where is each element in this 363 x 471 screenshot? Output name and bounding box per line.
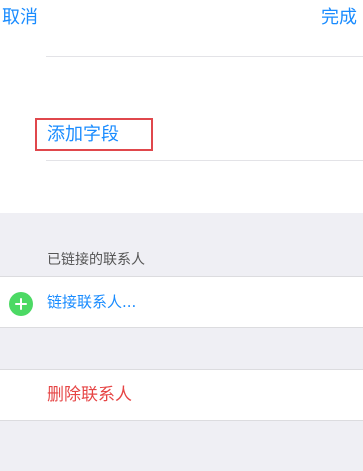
link-contact-row[interactable]: 链接联系人... [0,276,363,328]
plus-circle-icon[interactable] [9,292,33,316]
delete-contact-button[interactable]: 删除联系人 [47,385,132,405]
done-button[interactable]: 完成 [321,8,357,28]
navigation-bar: 取消 完成 [0,0,363,40]
cancel-button[interactable]: 取消 [2,8,38,28]
link-contact-label[interactable]: 链接联系人... [47,293,136,311]
contact-fields-section: 添加字段 [0,40,363,213]
field-divider [46,160,363,161]
field-divider [46,56,363,57]
add-field-button[interactable]: 添加字段 [35,118,153,151]
linked-contacts-header: 已链接的联系人 [47,252,145,268]
add-field-label: 添加字段 [47,124,119,145]
delete-contact-row[interactable]: 删除联系人 [0,369,363,421]
